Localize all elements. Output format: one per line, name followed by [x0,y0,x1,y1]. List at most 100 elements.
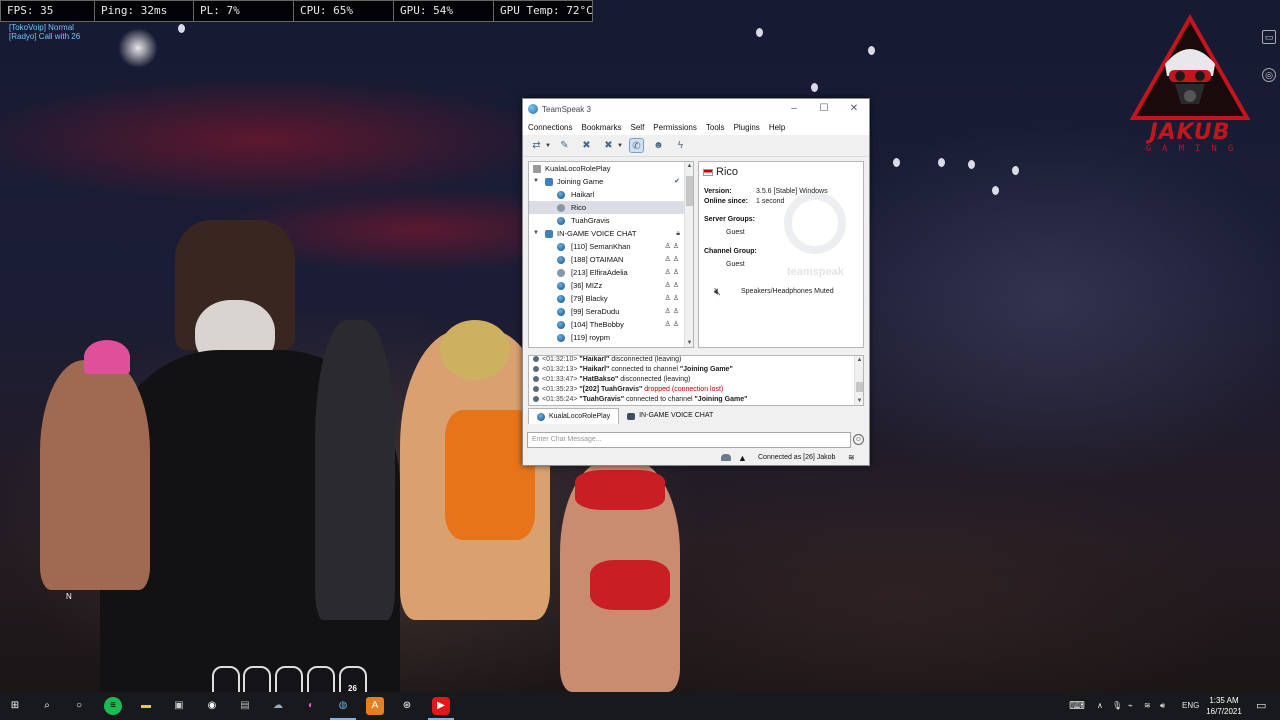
client-row[interactable]: TuahGravis [529,214,684,227]
online-since-label: Online since: [704,198,748,205]
collapse-caret-icon[interactable]: ▼ [533,175,539,188]
mute-microphone-icon[interactable]: ✖ [579,138,594,153]
briefcase-icon[interactable]: ▭ [1262,30,1276,44]
snowflake [178,24,185,33]
clock-date: 16/7/2021 [1206,707,1242,716]
clock[interactable]: 1:35 AM 16/7/2021 [1200,695,1248,717]
volume-icon[interactable]: 🔊︎ [1160,692,1165,720]
discord-icon[interactable]: ☁ [269,697,287,715]
title-bar[interactable]: TeamSpeak 3 – ☐ ✕ [523,99,869,119]
pink-hair [84,340,130,374]
snowflake [968,160,975,169]
snowflake [992,186,999,195]
client-row[interactable]: [79] Blacky ♙♙ [529,292,684,305]
client-name: [119] roypm [571,333,611,342]
contacts-icon[interactable]: ☻ [651,138,666,153]
minimize-button[interactable]: – [779,99,809,119]
channel-icon [545,230,553,238]
close-button[interactable]: ✕ [839,99,869,119]
scroll-down-icon[interactable]: ▼ [855,398,863,404]
app-icon[interactable]: A [366,697,384,715]
tokovoip-status: [TokoVoip] Normal [9,23,74,32]
search-icon[interactable]: ⌕ [38,697,56,715]
away-icon[interactable]: ✆ [628,138,644,153]
task-view-icon[interactable]: ○ [70,697,88,715]
client-row[interactable]: Haikarl [529,188,684,201]
server-row[interactable]: KualaLocoRolePlay [529,162,684,175]
menu-tools[interactable]: Tools [706,123,725,132]
group-badges-icon: ♙♙ [664,282,681,289]
country-flag-icon [703,169,713,176]
client-row[interactable]: [119] roypm [529,331,684,344]
maximize-button[interactable]: ☐ [809,99,839,119]
client-row[interactable]: [99] SeraDudu ♙♙ [529,305,684,318]
status-bar: ▲ Connected as [26] Jakob ≋ [523,451,869,465]
teamspeak-taskbar-icon[interactable]: ◍ [334,697,352,715]
menu-plugins[interactable]: Plugins [734,123,760,132]
cloud-icon[interactable] [721,454,731,461]
menu-self[interactable]: Self [631,123,645,132]
app-icon[interactable]: ▤ [236,697,254,715]
notifications-icon[interactable]: ▭ [1256,692,1266,720]
disconnect-icon[interactable]: ✎ [557,138,572,153]
info-icon [533,386,539,392]
scroll-up-icon[interactable]: ▲ [685,163,693,169]
client-row-selected[interactable]: Rico [529,201,684,214]
client-info-panel: teamspeak Rico Version: 3.5.6 [Stable] W… [698,161,864,348]
menu-connections[interactable]: Connections [528,123,572,132]
spotify-icon[interactable]: ≡ [104,697,122,715]
connection-quality-icon[interactable]: ≋ [848,451,855,465]
tab-channel-chat[interactable]: IN-GAME VOICE CHAT [619,408,721,424]
scroll-up-icon[interactable]: ▲ [855,357,863,363]
scroll-thumb[interactable] [856,382,863,392]
file-explorer-icon[interactable]: ▬ [137,697,155,715]
browser-icon[interactable]: ◐ [302,697,320,715]
log-scrollbar[interactable]: ▲ ▼ [854,356,863,405]
client-name: [213] ElfiraAdelia [571,268,628,277]
mute-speakers-icon[interactable]: ✖ [601,138,616,153]
info-icon [533,366,539,372]
tab-server-chat[interactable]: KualaLocoRolePlay [528,408,620,424]
scroll-thumb[interactable] [686,176,693,206]
channel-row[interactable]: ▼ Joining Game ✔ [529,175,684,188]
tree-scrollbar[interactable]: ▲ ▼ [684,162,693,347]
client-row[interactable]: [110] SemanKhan ♙♙ [529,240,684,253]
scroll-down-icon[interactable]: ▼ [685,340,693,346]
youtube-icon[interactable]: ▶ [432,697,450,715]
connect-dropdown-icon[interactable]: ▼ [545,143,551,149]
log-entry: <01:32:10> "Haikarl" disconnected (leavi… [533,356,681,363]
client-row[interactable]: [36] MIZz ♙♙ [529,279,684,292]
logo-subtext: GAMING [1145,144,1245,154]
emoji-icon[interactable]: ☺ [853,434,864,445]
network-icon[interactable]: ⌁ [1128,692,1133,720]
language-indicator[interactable]: ENG [1182,692,1199,720]
windows-start-icon[interactable]: ⊞ [6,697,24,715]
menu-help[interactable]: Help [769,123,785,132]
client-row[interactable]: [188] OTAIMAN ♙♙ [529,253,684,266]
app-icon[interactable]: ▣ [170,697,188,715]
warning-icon[interactable]: ▲ [738,451,747,465]
obs-icon[interactable]: ◉ [203,697,221,715]
info-icon [533,396,539,402]
client-row[interactable]: [213] ElfiraAdelia ♙♙ [529,266,684,279]
connect-icon[interactable]: ⇄ [529,138,544,153]
menu-permissions[interactable]: Permissions [653,123,697,132]
channel-row[interactable]: ▼ IN-GAME VOICE CHAT 🔒︎ [529,227,684,240]
client-name: Rico [571,203,587,212]
wifi-icon[interactable]: ≋ [1144,692,1151,720]
show-hidden-icons-icon[interactable]: ∧ [1097,692,1103,720]
client-info-name: Rico [716,166,739,178]
microphone-icon[interactable]: 🎙︎ [1112,692,1122,720]
whisper-icon[interactable]: ϟ [673,138,688,153]
globe-icon[interactable]: ◎ [1262,68,1276,82]
channel-name: Joining Game [557,177,604,186]
chat-message-input[interactable]: Enter Chat Message... [527,432,851,448]
client-row[interactable]: [104] TheBobby ♙♙ [529,318,684,331]
speakers-dropdown-icon[interactable]: ▼ [617,143,623,149]
fivem-icon[interactable]: ⊛ [398,697,416,715]
teamspeak-watermark-icon [784,192,846,254]
keyboard-icon[interactable]: ⌨ [1069,692,1085,720]
menu-bookmarks[interactable]: Bookmarks [581,123,621,132]
collapse-caret-icon[interactable]: ▼ [533,227,539,240]
server-icon [533,165,541,173]
